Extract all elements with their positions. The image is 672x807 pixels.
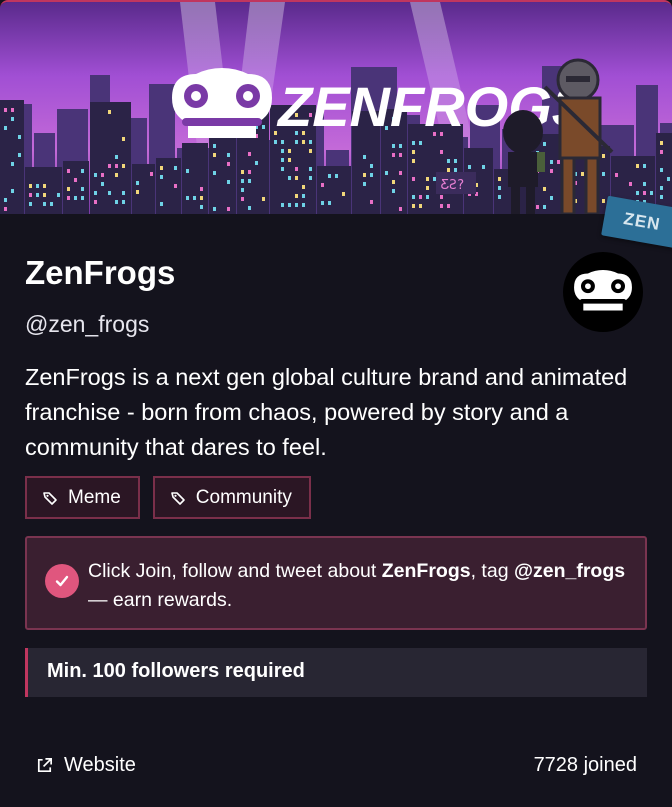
check-icon [45,564,79,598]
project-description: ZenFrogs is a next gen global culture br… [25,364,628,460]
tag-label: Meme [68,486,121,508]
notice-handle: @zen_frogs [513,560,626,582]
requirement-text: Min. 100 followers required [47,660,305,682]
banner-image: ƸƧ? ZENFROGS [0,2,672,214]
notice-text-part: Click Join, follow and tweet about [88,560,382,582]
tag-meme[interactable]: Meme [25,476,140,519]
notice-project-name: ZenFrogs [381,560,471,582]
requirement-banner: Min. 100 followers required [25,648,647,697]
notice-text-part: — earn rewards. [88,589,233,611]
avatar [563,252,643,332]
project-card: ƸƧ? ZENFROGS ZEN ZenFrogs @zen_frogs Zen… [0,0,672,807]
project-handle: @zen_frogs [25,311,150,337]
joined-count: 7728 joined [533,754,637,776]
tag-community[interactable]: Community [152,476,311,519]
task-notice: Click Join, follow and tweet about ZenFr… [25,536,647,630]
notice-text-part: , tag [470,560,514,582]
tag-list: Meme Community [25,476,311,519]
tag-icon [170,491,185,505]
tag-label: Community [195,486,292,508]
shop-sign-text: ƸƧ? [441,178,464,193]
external-link-icon [37,757,53,773]
website-link[interactable]: Website [35,754,136,777]
task-notice-text: Click Join, follow and tweet about ZenFr… [88,557,628,615]
tag-icon [43,491,57,505]
website-label: Website [64,754,136,776]
frog-logo-icon [574,270,632,311]
project-title: ZenFrogs [25,254,176,291]
